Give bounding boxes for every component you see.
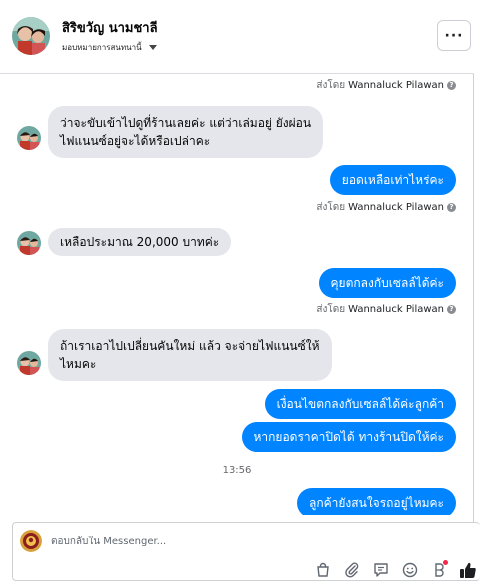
outgoing-message[interactable]: ลูกค้ายังสนใจรถอยู่ไหมคะ xyxy=(297,488,456,515)
incoming-message[interactable]: ว่าจะขับเข้าไปดูที่ร้านเลยค่ะ แต่ว่าเล่ม… xyxy=(48,106,324,158)
sent-by-label: ส่งโดย xyxy=(316,80,346,91)
emoji-icon[interactable] xyxy=(400,560,420,580)
messenger-panel: สิริขวัญ นามชาลี มอบหมายการสนทนานี้ ··· … xyxy=(0,0,480,581)
incoming-message[interactable]: ถ้าเราเอาไปเปลี่ยนคันใหม่ แล้ว จะจ่ายไฟแ… xyxy=(48,329,332,381)
sent-by-line: ส่งโดย Wannaluck Pilawan ? xyxy=(316,78,456,93)
message-line: ไฟแนนซ์อยู่จะได้หรือเปล่าคะ xyxy=(60,134,211,148)
contact-avatar-small xyxy=(17,351,41,375)
assign-conversation-dropdown[interactable]: มอบหมายการสนทนานี้ xyxy=(62,41,157,54)
sent-by-label: ส่งโดย xyxy=(316,304,346,315)
paperclip-icon[interactable] xyxy=(342,560,362,580)
sent-by-name: Wannaluck Pilawan xyxy=(348,202,444,213)
outgoing-message[interactable]: เงื่อนไขตกลงกับเซลล์ได้ค่ะลูกค้า xyxy=(264,389,456,419)
outgoing-message[interactable]: ยอดเหลือเท่าไหร่คะ xyxy=(329,165,456,195)
page-avatar xyxy=(20,530,42,552)
sent-by-name: Wannaluck Pilawan xyxy=(348,80,444,91)
help-icon[interactable]: ? xyxy=(447,81,456,90)
message-line: ว่าจะขับเข้าไปดูที่ร้านเลยค่ะ แต่ว่าเล่ม… xyxy=(60,116,312,130)
incoming-message[interactable]: เหลือประมาณ 20,000 บาทค่ะ xyxy=(48,228,232,256)
help-icon[interactable]: ? xyxy=(447,203,456,212)
conversation-header: สิริขวัญ นามชาลี มอบหมายการสนทนานี้ ··· xyxy=(0,0,474,74)
caret-down-icon xyxy=(148,45,157,50)
more-options-button[interactable]: ··· xyxy=(437,20,471,51)
thumbs-up-icon[interactable] xyxy=(458,560,478,580)
reply-input[interactable] xyxy=(51,536,301,547)
composer-toolbar xyxy=(313,560,478,580)
contact-avatar-small xyxy=(17,231,41,255)
message-line: เหลือประมาณ 20,000 บาทค่ะ xyxy=(60,235,220,249)
timestamp: 13:56 xyxy=(222,465,252,476)
contact-avatar-small xyxy=(17,126,41,150)
notification-dot xyxy=(443,560,448,565)
sent-by-line: ส่งโดย Wannaluck Pilawan ? xyxy=(316,302,456,317)
bag-icon[interactable] xyxy=(313,560,333,580)
message-line: ถ้าเราเอาไปเปลี่ยนคันใหม่ แล้ว จะจ่ายไฟแ… xyxy=(60,339,320,353)
outgoing-message[interactable]: หากยอดราคาปิดได้ ทางร้านปิดให้ค่ะ xyxy=(241,422,456,452)
sent-by-name: Wannaluck Pilawan xyxy=(348,304,444,315)
chat-template-icon[interactable] xyxy=(371,560,391,580)
bitmoji-icon[interactable] xyxy=(429,560,449,580)
reply-composer xyxy=(12,522,480,581)
contact-avatar[interactable] xyxy=(12,17,50,55)
contact-name[interactable]: สิริขวัญ นามชาลี xyxy=(62,17,158,38)
help-icon[interactable]: ? xyxy=(447,305,456,314)
outgoing-message[interactable]: คุยตกลงกับเซลล์ได้ค่ะ xyxy=(318,268,456,298)
assign-conversation-label: มอบหมายการสนทนานี้ xyxy=(62,43,142,52)
message-line: ไหมคะ xyxy=(60,357,97,371)
message-thread[interactable]: ส่งโดย Wannaluck Pilawan ? ว่าจะขับเข้าไ… xyxy=(0,75,474,515)
sent-by-line: ส่งโดย Wannaluck Pilawan ? xyxy=(316,200,456,215)
sent-by-label: ส่งโดย xyxy=(316,202,346,213)
